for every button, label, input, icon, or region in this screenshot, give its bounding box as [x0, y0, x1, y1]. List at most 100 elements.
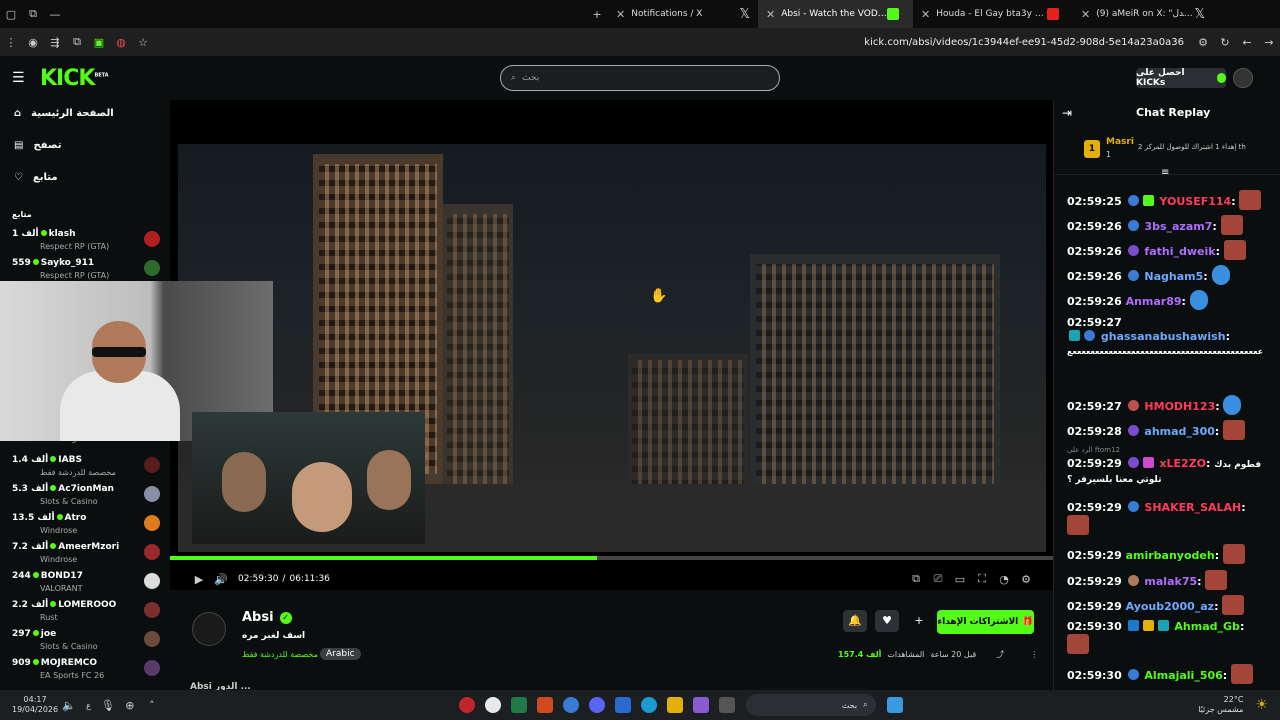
back-icon[interactable]: ←	[1236, 31, 1258, 53]
nav-home[interactable]: ⌂ الصفحة الرئيسية	[14, 108, 114, 119]
msg-user[interactable]: malak75	[1144, 575, 1197, 588]
channel-item[interactable]: 244 BOND17 VALORANT	[12, 571, 160, 599]
msg-user[interactable]: 3bs_azam7	[1144, 220, 1212, 233]
msg-time: 02:59:27	[1067, 400, 1122, 413]
extension-icon[interactable]: ◉	[22, 31, 44, 53]
msg-user[interactable]: xLE2ZO	[1159, 457, 1206, 470]
extension-icon[interactable]: ⇶	[44, 31, 66, 53]
speaker-icon[interactable]: 🔈	[58, 694, 80, 716]
pip-icon[interactable]: ⧉	[905, 568, 927, 590]
msg-user[interactable]: HMODH123	[1144, 400, 1215, 413]
tab-x-post[interactable]: ✕ (9) aMeiR on X: "حكمة العدل 𝕏	[1073, 0, 1213, 28]
window-menu-icon[interactable]: ▢	[0, 3, 22, 25]
input-language[interactable]: ع	[86, 701, 91, 710]
share-icon[interactable]: ⤴	[996, 649, 1004, 660]
theater-mode-icon[interactable]: ▭	[949, 568, 971, 590]
close-icon[interactable]: ✕	[1081, 8, 1090, 21]
extension-icon[interactable]: ▣	[88, 31, 110, 53]
app-icon[interactable]	[510, 697, 527, 713]
app-icon[interactable]	[458, 697, 475, 713]
app-icon[interactable]	[692, 697, 709, 713]
tab-kick[interactable]: ✕ Absi - Watch the VOD on Kick	[758, 0, 913, 28]
msg-user[interactable]: YOUSEF114	[1159, 195, 1231, 208]
msg-user[interactable]: ghassanabushawish	[1101, 330, 1226, 343]
collapse-chat-icon[interactable]: ⇥	[1062, 106, 1072, 120]
hamburger-menu-icon[interactable]: ☰	[12, 70, 25, 86]
channel-item[interactable]: 7.2 ألف AmeerMzori Windrose	[12, 542, 160, 570]
nav-browse[interactable]: ▤ تصفح	[14, 140, 61, 151]
taskbar-search[interactable]: بحث ⌕	[745, 694, 876, 716]
msg-user[interactable]: Ahmad_Gb	[1174, 620, 1240, 633]
channel-item[interactable]: 909 MOJREMCO EA Sports FC 26	[12, 658, 160, 686]
streamer-avatar[interactable]	[192, 612, 226, 646]
file-explorer-icon[interactable]	[666, 697, 683, 713]
forward-icon[interactable]: →	[1258, 31, 1280, 53]
mic-icon[interactable]: 🎙	[97, 694, 119, 716]
app-icon[interactable]	[536, 697, 553, 713]
msg-user[interactable]: Anmar89	[1126, 295, 1182, 308]
gift-subscriptions-button[interactable]: الاشتراكات الإهداء 🎁	[937, 610, 1034, 634]
tab-notifications[interactable]: ✕ Notifications / X 𝕏	[608, 0, 758, 28]
user-avatar[interactable]	[1233, 68, 1253, 88]
network-icon[interactable]: ⊕	[119, 694, 141, 716]
channel-item[interactable]: 13.5 ألف Atro Windrose	[12, 513, 160, 541]
msg-user[interactable]: Nagham5	[1144, 270, 1203, 283]
close-icon[interactable]: ✕	[766, 8, 775, 21]
expand-icon[interactable]: ≡	[1161, 167, 1169, 178]
msg-user[interactable]: SHAKER_SALAH	[1144, 501, 1241, 514]
channel-item[interactable]: 297 joe Slots & Casino	[12, 629, 160, 657]
notification-bell-button[interactable]: 🔔	[843, 610, 867, 632]
close-icon[interactable]: ✕	[921, 8, 930, 21]
channel-viewers: 559	[12, 258, 31, 268]
progress-bar[interactable]	[170, 556, 1053, 560]
bookmark-star-icon[interactable]: ☆	[132, 31, 154, 53]
msg-user[interactable]: amirbanyodeh	[1126, 549, 1215, 562]
speed-icon[interactable]: ◔	[993, 568, 1015, 590]
url-field[interactable]: kick.com/absi/videos/1c3944ef-ee91-45d2-…	[864, 37, 1184, 48]
more-menu-icon[interactable]: ⋮	[0, 31, 22, 53]
reload-icon[interactable]: ↻	[1214, 31, 1236, 53]
windows-start-icon[interactable]	[886, 697, 903, 713]
store-icon[interactable]	[614, 697, 631, 713]
language-tag[interactable]: Arabic	[320, 648, 361, 660]
badge-icon	[1069, 330, 1080, 341]
get-kicks-button[interactable]: احصل على KICKs	[1136, 68, 1226, 88]
site-settings-icon[interactable]: ⚙	[1192, 31, 1214, 53]
minimize-icon[interactable]: —	[44, 3, 66, 25]
kick-logo[interactable]: KICKBETA	[40, 66, 109, 91]
msg-user[interactable]: fathi_dweik	[1144, 245, 1215, 258]
app-icon[interactable]	[562, 697, 579, 713]
channel-item[interactable]: 1.4 ألف IABS مخصصة للدردشة فقط	[12, 455, 160, 483]
new-tab-icon[interactable]: +	[586, 3, 608, 25]
play-icon[interactable]: ▶	[188, 568, 210, 590]
settings-gear-icon[interactable]: ⚙	[1015, 568, 1037, 590]
msg-user[interactable]: ahmad_300	[1144, 425, 1214, 438]
follow-button[interactable]: ♥	[875, 610, 899, 632]
msg-user[interactable]: Ayoub2000_az	[1126, 600, 1215, 613]
nav-following[interactable]: ♡ متابع	[14, 172, 58, 183]
channel-item[interactable]: 1 ألف klash Respect RP (GTA)	[12, 229, 160, 257]
streamer-name[interactable]: Absi	[242, 610, 274, 625]
fullscreen-icon[interactable]: ⛶	[971, 568, 993, 590]
chrome-icon[interactable]	[484, 697, 501, 713]
discord-icon[interactable]	[588, 697, 605, 713]
clip-icon[interactable]: ⎚	[927, 568, 949, 590]
channel-item[interactable]: 2.2 ألف LOMEROOO Rust	[12, 600, 160, 628]
channel-item[interactable]: 5.3 ألف Ac7ionMan Slots & Casino	[12, 484, 160, 512]
stream-category[interactable]: مخصصة للدردشة فقط	[242, 650, 318, 659]
tray-arrow-icon[interactable]: ˄	[141, 694, 163, 716]
close-icon[interactable]: ✕	[616, 8, 625, 21]
more-options-icon[interactable]: ⋮	[1030, 650, 1038, 659]
tab-actions-icon[interactable]: ⧉	[22, 3, 44, 25]
volume-icon[interactable]: 🔊	[210, 568, 232, 590]
chat-message: 02:59:26 Anmar89:	[1067, 290, 1277, 310]
add-button[interactable]: +	[907, 610, 931, 632]
tab-youtube[interactable]: ✕ Houda - El Gay bta3y (Official L	[913, 0, 1073, 28]
app-icon[interactable]	[718, 697, 735, 713]
msg-user[interactable]: Almajali_506	[1144, 669, 1222, 682]
channel-avatar	[144, 544, 160, 560]
extensions-icon[interactable]: ⧉	[66, 31, 88, 53]
search-input[interactable]: ⌕ بحث	[500, 65, 780, 91]
extension-icon[interactable]: ◍	[110, 31, 132, 53]
edge-icon[interactable]	[640, 697, 657, 713]
